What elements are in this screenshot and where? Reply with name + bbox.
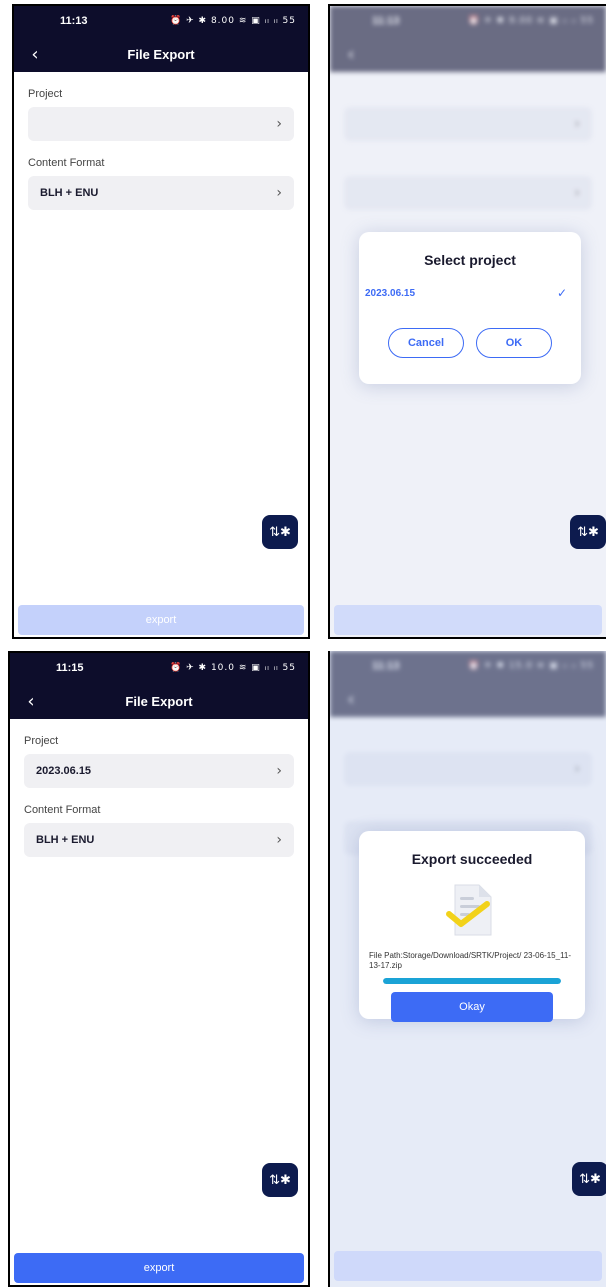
content-format-value: BLH + ENU bbox=[36, 834, 95, 846]
status-icons: ⏰ ✈ ✱ 8.00 ≋ ▣ ᵢₗ ᵢₗ 55 bbox=[170, 16, 296, 26]
project-option-label: 2023.06.15 bbox=[365, 287, 416, 299]
status-time: 11:13 bbox=[60, 15, 88, 27]
bluetooth-device-icon[interactable]: ⇅✱ bbox=[262, 515, 298, 549]
nav-bar: ‹ File Export bbox=[10, 683, 308, 719]
content-format-label: Content Format bbox=[24, 804, 101, 816]
file-path-text: File Path:Storage/Download/SRTK/Project/… bbox=[369, 951, 572, 971]
export-button bbox=[334, 1251, 602, 1281]
status-icons: ⏰ ✈ ✱ 10.0 ≋ ▣ ᵢₗ ᵢₗ 55 bbox=[170, 663, 296, 673]
project-label: Project bbox=[28, 88, 63, 100]
screen-export-succeeded-dialog: 11:13 ⏰ ✈ ✱ 15.0 ≋ ▣ ᵢₗ ᵢₗ 55 ‹ › › ⇅✱ E… bbox=[328, 651, 606, 1287]
export-progress-fill bbox=[383, 977, 561, 984]
dialog-title: Export succeeded bbox=[411, 851, 533, 867]
chevron-right-icon: › bbox=[276, 185, 282, 201]
check-icon: ✓ bbox=[556, 286, 567, 300]
file-success-icon bbox=[359, 881, 585, 939]
content-format-select[interactable]: BLH + ENU › bbox=[28, 176, 294, 210]
page-title: File Export bbox=[127, 46, 195, 62]
content-format-label: Content Format bbox=[28, 157, 105, 169]
project-select[interactable]: 2023.06.15 › bbox=[24, 754, 294, 788]
project-label: Project bbox=[24, 735, 59, 747]
chevron-left-icon[interactable]: ‹ bbox=[20, 690, 42, 712]
select-project-dialog: Select project 2023.06.15 ✓ Cancel OK bbox=[359, 232, 581, 384]
export-button[interactable]: export bbox=[14, 1253, 304, 1283]
cancel-button[interactable]: Cancel bbox=[388, 328, 464, 358]
screen-file-export-selected: 11:15 ⏰ ✈ ✱ 10.0 ≋ ▣ ᵢₗ ᵢₗ 55 ‹ File Exp… bbox=[8, 651, 310, 1287]
export-progress-bar bbox=[383, 977, 561, 984]
content-format-value: BLH + ENU bbox=[40, 187, 99, 199]
screen-file-export-empty: 11:13 ⏰ ✈ ✱ 8.00 ≋ ▣ ᵢₗ ᵢₗ 55 ‹ File Exp… bbox=[12, 4, 310, 639]
project-option[interactable]: 2023.06.15 ✓ bbox=[365, 286, 567, 300]
export-button bbox=[334, 605, 602, 635]
bluetooth-device-icon: ⇅✱ bbox=[572, 1162, 606, 1196]
export-button[interactable]: export bbox=[18, 605, 304, 635]
screen-select-project-dialog: 11:13 ⏰ ✈ ✱ 9.00 ≋ ▣ ᵢₗ ᵢₗ 55 ‹ › › ⇅✱ S… bbox=[328, 4, 606, 639]
chevron-left-icon[interactable]: ‹ bbox=[24, 43, 46, 65]
project-value: 2023.06.15 bbox=[36, 765, 92, 777]
bluetooth-device-icon: ⇅✱ bbox=[570, 515, 606, 549]
status-bar: 11:13 ⏰ ✈ ✱ 8.00 ≋ ▣ ᵢₗ ᵢₗ 55 bbox=[14, 6, 308, 36]
chevron-right-icon: › bbox=[276, 832, 282, 848]
okay-button[interactable]: Okay bbox=[391, 991, 553, 1022]
status-bar: 11:15 ⏰ ✈ ✱ 10.0 ≋ ▣ ᵢₗ ᵢₗ 55 bbox=[10, 653, 308, 683]
content-format-select[interactable]: BLH + ENU › bbox=[24, 823, 294, 857]
bluetooth-device-icon[interactable]: ⇅✱ bbox=[262, 1163, 298, 1197]
ok-button[interactable]: OK bbox=[476, 328, 552, 358]
export-succeeded-dialog: Export succeeded File Path:Storage/Downl… bbox=[359, 831, 585, 1022]
chevron-right-icon: › bbox=[276, 763, 282, 779]
nav-bar: ‹ File Export bbox=[14, 36, 308, 72]
project-select[interactable]: › bbox=[28, 107, 294, 141]
status-time: 11:15 bbox=[56, 662, 84, 674]
dialog-title: Select project bbox=[424, 252, 516, 268]
page-title: File Export bbox=[125, 693, 193, 709]
chevron-right-icon: › bbox=[276, 116, 282, 132]
